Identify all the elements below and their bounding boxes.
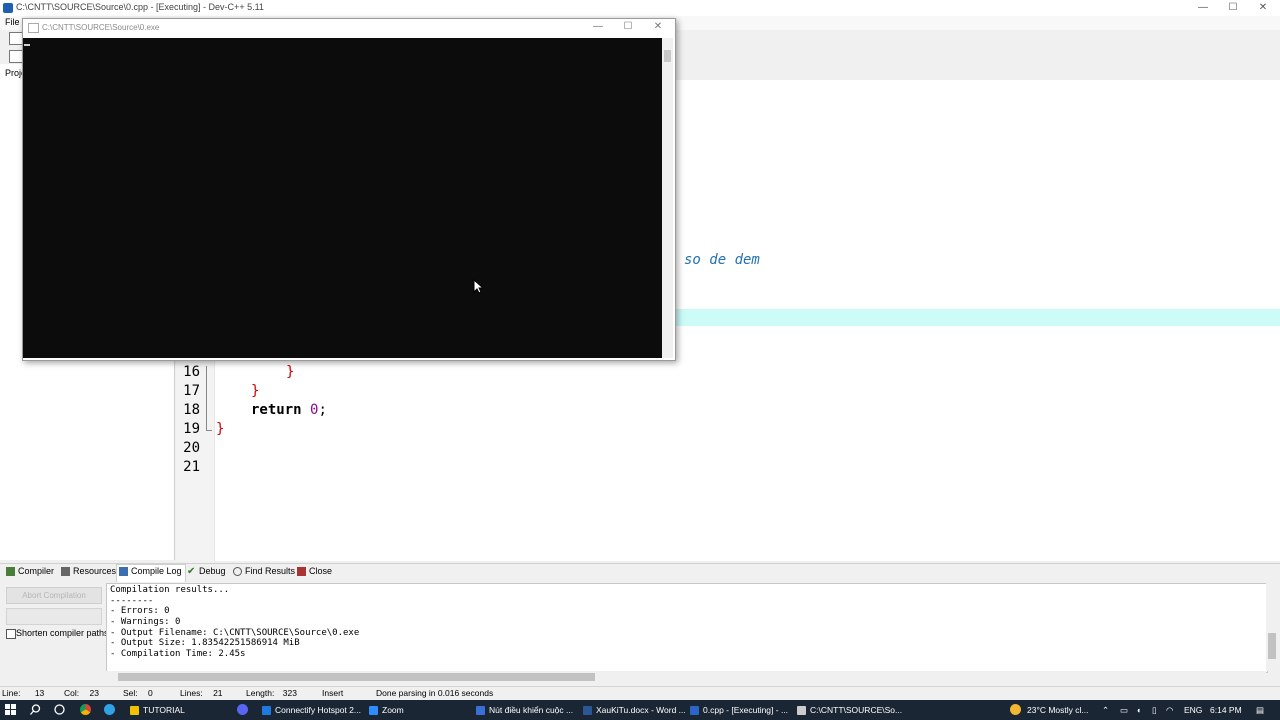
tab-debug[interactable]: ✔ Debug bbox=[187, 566, 226, 576]
discord-icon[interactable] bbox=[237, 704, 248, 715]
taskbar-item[interactable]: Zoom bbox=[369, 700, 404, 720]
notifications-icon[interactable]: ▤ bbox=[1256, 705, 1264, 716]
taskbar-item[interactable]: TUTORIAL bbox=[130, 700, 185, 720]
tray-chevron-icon[interactable]: ⌃ bbox=[1102, 705, 1109, 716]
task-view-icon[interactable] bbox=[54, 704, 65, 715]
line-number: 20 bbox=[183, 440, 200, 456]
connectify-icon bbox=[262, 705, 271, 715]
console-scroll-thumb[interactable] bbox=[664, 50, 671, 62]
keyword-return: return bbox=[251, 402, 302, 418]
line-number: 18 bbox=[183, 402, 200, 418]
line-number: 16 bbox=[183, 364, 200, 380]
taskbar-item[interactable]: C:\CNTT\SOURCE\So... bbox=[797, 700, 902, 720]
line-number: 21 bbox=[183, 459, 200, 475]
maximize-button[interactable]: ☐ bbox=[1218, 0, 1248, 16]
status-line: Line: 13 bbox=[2, 688, 45, 698]
status-message: Done parsing in 0.016 seconds bbox=[376, 688, 494, 698]
search-icon[interactable] bbox=[30, 704, 41, 715]
status-lines: Lines: 21 bbox=[180, 688, 223, 698]
log-line: Compilation results... bbox=[110, 585, 230, 595]
wifi-icon[interactable]: ◠ bbox=[1166, 705, 1173, 716]
fold-end-marker bbox=[206, 430, 212, 431]
devcpp-icon bbox=[690, 705, 699, 715]
log-line: - Output Size: 1.83542251586914 MiB bbox=[110, 638, 300, 648]
find-results-icon bbox=[233, 566, 242, 576]
language-indicator[interactable]: ENG bbox=[1184, 705, 1202, 715]
taskbar-item[interactable]: 0.cpp - [Executing] - ... bbox=[690, 700, 788, 720]
new-file-icon[interactable] bbox=[9, 32, 23, 45]
minimize-button[interactable]: — bbox=[1188, 0, 1218, 16]
console-scrollbar[interactable] bbox=[662, 38, 673, 358]
status-mode: Insert bbox=[322, 688, 344, 698]
code-return-line: return 0; bbox=[251, 402, 327, 418]
line-number: 17 bbox=[183, 383, 200, 399]
log-line: - Output Filename: C:\CNTT\SOURCE\Source… bbox=[110, 628, 360, 638]
status-sel: Sel: 0 bbox=[123, 688, 153, 698]
console-title: C:\CNTT\SOURCE\Source\0.exe bbox=[42, 23, 160, 32]
console-app-icon bbox=[28, 23, 39, 33]
fold-guide bbox=[206, 366, 207, 430]
taskbar-item[interactable]: Connectify Hotspot 2... bbox=[262, 700, 361, 720]
shorten-paths-checkbox[interactable] bbox=[6, 629, 16, 639]
weather-text[interactable]: 23°C Mostly cl... bbox=[1027, 705, 1089, 715]
volume-icon[interactable]: ◖ bbox=[1136, 705, 1141, 715]
close-tab-icon bbox=[297, 566, 306, 576]
weather-moon-icon bbox=[1010, 704, 1021, 715]
devcpp-app-icon bbox=[3, 3, 13, 13]
semicolon: ; bbox=[318, 402, 327, 418]
folder-icon bbox=[130, 705, 139, 715]
code-brace: } bbox=[251, 383, 260, 399]
debug-check-icon: ✔ bbox=[187, 565, 196, 577]
tab-resources[interactable]: Resources bbox=[61, 566, 116, 576]
chrome-icon[interactable] bbox=[80, 704, 91, 715]
console-close-button[interactable]: ✕ bbox=[644, 19, 672, 35]
log-line: - Errors: 0 bbox=[110, 606, 170, 616]
code-brace: } bbox=[216, 421, 225, 437]
edge-icon[interactable] bbox=[104, 704, 115, 715]
log-line: -------- bbox=[110, 596, 154, 606]
compiler-icon bbox=[6, 566, 15, 576]
console-output[interactable] bbox=[23, 38, 662, 358]
tab-close[interactable]: Close bbox=[297, 566, 332, 576]
status-col: Col: 23 bbox=[64, 688, 99, 698]
console-minimize-button[interactable]: — bbox=[584, 19, 612, 35]
close-button[interactable]: ✕ bbox=[1248, 0, 1278, 16]
taskbar-item[interactable]: XauKiTu.docx - Word ... bbox=[583, 700, 686, 720]
compile-progress-bar bbox=[6, 608, 102, 625]
line-number: 19 bbox=[183, 421, 200, 437]
log-horizontal-thumb[interactable] bbox=[118, 673, 595, 681]
resources-icon bbox=[61, 566, 70, 576]
windows-start-icon[interactable] bbox=[5, 704, 16, 715]
console-icon bbox=[797, 705, 806, 715]
tab-compile-log[interactable]: Compile Log bbox=[119, 566, 182, 576]
code-brace: } bbox=[286, 364, 295, 380]
clock[interactable]: 6:14 PM bbox=[1210, 705, 1242, 715]
log-vertical-thumb[interactable] bbox=[1268, 633, 1276, 659]
mouse-pointer-icon bbox=[473, 279, 483, 294]
project-icon[interactable] bbox=[9, 50, 23, 63]
log-line: - Warnings: 0 bbox=[110, 617, 181, 627]
compile-log-icon bbox=[119, 566, 128, 576]
log-line: - Compilation Time: 2.45s bbox=[110, 649, 246, 659]
console-maximize-button[interactable]: ☐ bbox=[614, 19, 642, 35]
zoom-icon bbox=[369, 705, 378, 715]
status-length: Length: 323 bbox=[246, 688, 297, 698]
menu-file[interactable]: File bbox=[5, 17, 20, 27]
word-icon bbox=[583, 705, 592, 715]
shorten-paths-label: Shorten compiler paths bbox=[16, 628, 109, 638]
abort-compilation-button[interactable]: Abort Compilation bbox=[6, 587, 102, 604]
meeting-controls-icon bbox=[476, 705, 485, 715]
battery-icon[interactable]: ▯ bbox=[1152, 705, 1157, 716]
console-cursor bbox=[24, 44, 30, 46]
taskbar-item[interactable]: Nút điều khiển cuộc ... bbox=[476, 700, 573, 720]
tab-find-results[interactable]: Find Results bbox=[233, 566, 295, 576]
code-comment: so de dem bbox=[684, 252, 760, 268]
tab-compiler[interactable]: Compiler bbox=[6, 566, 54, 576]
network-icon[interactable]: ▭ bbox=[1120, 705, 1128, 716]
window-title: C:\CNTT\SOURCE\Source\0.cpp - [Executing… bbox=[16, 2, 264, 12]
